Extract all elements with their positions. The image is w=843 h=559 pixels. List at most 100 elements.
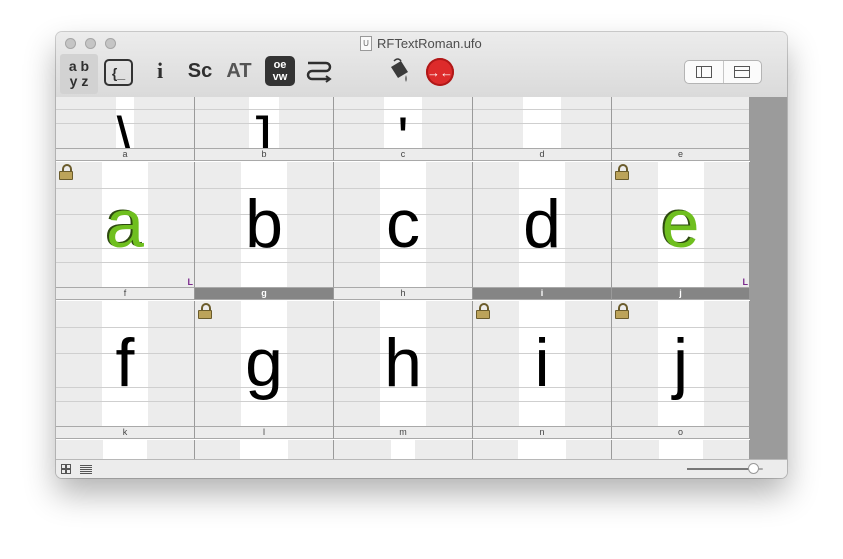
- glyph-advance-area: [240, 440, 288, 459]
- glyph-advance-area: [391, 440, 415, 459]
- right-gutter: [750, 97, 787, 459]
- sort-line-1: a b: [68, 58, 90, 74]
- glyph-cell[interactable]: ]: [195, 97, 334, 148]
- sort-button[interactable]: a b y z: [60, 54, 98, 94]
- glyph-cell[interactable]: [334, 440, 473, 459]
- metric-guide-line: [195, 262, 333, 263]
- glyph-name-label[interactable]: e: [612, 148, 750, 161]
- glyph-name-label[interactable]: n: [473, 426, 612, 439]
- glyph-cell[interactable]: _: [473, 97, 612, 148]
- glyph-grid: \ a] b ' c _ d e a Lf b g c h d i e Lj f k g l h m i n j o: [56, 97, 750, 459]
- glyph-preview: ': [397, 105, 409, 149]
- glyph-name-label[interactable]: i: [473, 287, 612, 300]
- glyph-name-label[interactable]: b: [195, 148, 334, 161]
- metric-guide-line: [334, 262, 472, 263]
- glyph-preview: c: [386, 186, 420, 262]
- glyph-cell[interactable]: b: [195, 162, 334, 288]
- glyph-cell[interactable]: h: [334, 301, 473, 427]
- paint-bucket-icon: [391, 58, 408, 82]
- glyph-cell[interactable]: c: [334, 162, 473, 288]
- lock-icon: [59, 164, 73, 180]
- glyph-cell[interactable]: d: [473, 162, 612, 288]
- glyph-cell[interactable]: f: [56, 301, 195, 427]
- sidebar-top-toggle[interactable]: [722, 61, 762, 83]
- glyph-preview: \: [116, 105, 134, 149]
- titlebar: U RFTextRoman.ufo a b y z {_ i Sc AT oe …: [56, 32, 787, 98]
- glyph-preview: j: [672, 325, 689, 401]
- minimize-button[interactable]: [85, 38, 96, 49]
- glyph-name-label[interactable]: a: [56, 148, 195, 161]
- glyph-cell[interactable]: j: [612, 301, 750, 427]
- grid-view-icon[interactable]: [61, 464, 71, 474]
- glyph-cell[interactable]: i: [473, 301, 612, 427]
- kerning-button[interactable]: AT: [222, 56, 256, 86]
- glyph-cell[interactable]: ': [334, 97, 473, 148]
- lock-icon: [198, 303, 212, 319]
- window-title: RFTextRoman.ufo: [377, 36, 482, 51]
- ligature-line-2: vw: [272, 71, 288, 83]
- glyph-mark-flag: L: [187, 277, 194, 287]
- glyph-name-label[interactable]: h: [334, 287, 473, 300]
- zoom-slider-fill: [687, 468, 754, 470]
- glyph-name-label[interactable]: c: [334, 148, 473, 161]
- glyph-cell[interactable]: [56, 440, 195, 459]
- glyph-advance-area: [103, 440, 147, 459]
- zoom-slider-knob[interactable]: [748, 463, 760, 474]
- ligatures-button[interactable]: oe vw: [265, 56, 295, 86]
- metric-guide-line: [473, 401, 611, 402]
- glyph-name-label[interactable]: o: [612, 426, 750, 439]
- zoom-button[interactable]: [105, 38, 116, 49]
- glyph-name-label[interactable]: k: [56, 426, 195, 439]
- glyph-cell[interactable]: [612, 97, 750, 148]
- sort-line-2: y z: [69, 73, 89, 89]
- metric-guide-line: [56, 262, 194, 263]
- glyph-cell[interactable]: [612, 440, 750, 459]
- metric-guide-line: [56, 401, 194, 402]
- metric-guide-line: [612, 123, 749, 124]
- metric-guide-line: [612, 109, 749, 110]
- glyph-name-label[interactable]: m: [334, 426, 473, 439]
- glyph-name-label[interactable]: l: [195, 426, 334, 439]
- glyph-name-label[interactable]: d: [473, 148, 612, 161]
- glyph-mark-flag: L: [742, 277, 749, 287]
- metric-guide-line: [612, 401, 749, 402]
- glyph-advance-area: [658, 440, 703, 459]
- info-button[interactable]: i: [148, 56, 172, 86]
- paint-bucket-button[interactable]: [386, 56, 412, 86]
- metric-guide-line: [195, 401, 333, 402]
- code-button[interactable]: {_: [104, 59, 133, 86]
- glyph-cell[interactable]: [195, 440, 334, 459]
- smallcaps-button[interactable]: Sc: [184, 56, 216, 86]
- document-icon: U: [360, 36, 372, 51]
- sidebar-left-icon: [695, 66, 712, 78]
- glyph-cell[interactable]: aL: [56, 162, 195, 288]
- lock-icon: [615, 164, 629, 180]
- glyph-name-label[interactable]: j: [612, 287, 750, 300]
- zoom-slider[interactable]: [687, 463, 763, 474]
- metric-guide-line: [334, 401, 472, 402]
- glyph-cell[interactable]: \: [56, 97, 195, 148]
- glyph-preview: f: [115, 325, 135, 401]
- glyph-cell[interactable]: eL: [612, 162, 750, 288]
- lines-button[interactable]: [304, 56, 334, 86]
- glyph-advance-area: [518, 440, 566, 459]
- glyph-preview: e: [661, 186, 700, 262]
- font-window: U RFTextRoman.ufo a b y z {_ i Sc AT oe …: [56, 32, 787, 478]
- lock-icon: [476, 303, 490, 319]
- list-view-icon[interactable]: [80, 465, 92, 474]
- glyph-preview: _: [525, 105, 559, 149]
- sidebar-left-toggle[interactable]: [685, 61, 723, 83]
- red-action-button[interactable]: →←: [426, 58, 454, 86]
- glyph-preview: h: [384, 325, 422, 401]
- glyph-preview: i: [534, 325, 550, 401]
- close-button[interactable]: [65, 38, 76, 49]
- sidebar-top-icon: [734, 66, 751, 78]
- metric-guide-line: [612, 262, 749, 263]
- glyph-preview: a: [106, 186, 144, 262]
- status-bar: [56, 459, 787, 478]
- glyph-cell[interactable]: [473, 440, 612, 459]
- glyph-preview: g: [245, 325, 283, 401]
- glyph-name-label[interactable]: f: [56, 287, 195, 300]
- glyph-cell[interactable]: g: [195, 301, 334, 427]
- glyph-name-label[interactable]: g: [195, 287, 334, 300]
